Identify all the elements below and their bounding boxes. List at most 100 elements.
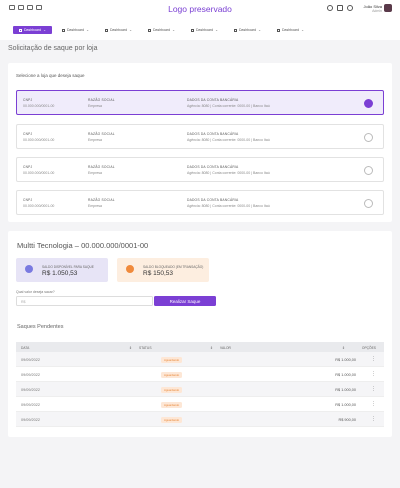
razao-label: RAZÃO SOCIAL	[88, 132, 115, 136]
cnpj-value: 00.000.000/0001-00	[23, 103, 55, 108]
nav-item-label: Dashboard	[195, 28, 214, 32]
nav-item-label: Dashboard	[66, 28, 85, 32]
table-body: 09/09/2022 Aguardando R$ 1.000,00 ⋮ 09/09/2…	[16, 352, 384, 427]
store-radio[interactable]	[364, 199, 373, 208]
cnpj-value: 00.000.000/0001-00	[23, 170, 55, 175]
nav-item-label: Dashboard	[152, 28, 171, 32]
row-value: R$ 900,00	[338, 417, 356, 422]
table-row: 09/09/2022 Aguardando R$ 1.000,00 ⋮	[16, 397, 384, 412]
avatar[interactable]	[384, 4, 392, 12]
amount-input[interactable]: R$	[16, 296, 153, 306]
chevron-down-icon: ⌄	[215, 28, 219, 32]
cart-icon[interactable]	[337, 5, 343, 11]
wallet-icon	[25, 265, 33, 273]
bank-value: Agência: 8080 | Conta corrente: 0000-00 …	[187, 170, 270, 175]
sort-icon[interactable]: ⇕	[342, 346, 345, 350]
more-options-icon[interactable]: ⋮	[371, 386, 376, 392]
razao-value: Empresa	[88, 137, 103, 142]
available-balance-label: SALDO DISPONÍVEL PARA SAQUE	[42, 265, 94, 269]
more-options-icon[interactable]: ⋮	[371, 356, 376, 362]
razao-label: RAZÃO SOCIAL	[88, 98, 115, 102]
store-radio[interactable]	[364, 99, 373, 108]
row-value: R$ 1.000,00	[335, 402, 356, 407]
bank-value: Agência: 8080 | Conta corrente: 0000-00 …	[187, 103, 270, 108]
search-icon[interactable]	[327, 5, 333, 11]
bank-value: Agência: 8080 | Conta corrente: 0000-00 …	[187, 137, 270, 142]
store-option[interactable]: CNPJ 00.000.000/0001-00 RAZÃO SOCIAL Empre…	[16, 190, 384, 215]
dashboard-icon	[190, 28, 194, 32]
cnpj-value: 00.000.000/0001-00	[23, 137, 55, 142]
user-role: Admin	[372, 9, 382, 13]
header-actions	[327, 5, 353, 11]
blocked-balance-value: R$ 150,53	[143, 270, 173, 277]
blocked-balance-card: SALDO BLOQUEADO (EM TRANSAÇÃO) R$ 150,53	[117, 258, 209, 282]
nav-item-dashboard[interactable]: Dashboard ⌄	[185, 26, 224, 34]
chevron-down-icon: ⌄	[301, 28, 305, 32]
col-valor[interactable]: VALOR	[220, 346, 231, 350]
more-options-icon[interactable]: ⋮	[371, 401, 376, 407]
status-badge: Aguardando	[161, 402, 183, 408]
store-option[interactable]: CNPJ 00.000.000/0001-00 RAZÃO SOCIAL Empre…	[16, 90, 384, 115]
col-status[interactable]: STATUS	[139, 346, 152, 350]
dashboard-icon	[104, 28, 108, 32]
table-row: 09/09/2022 Aguardando R$ 900,00 ⋮	[16, 412, 384, 427]
nav-item-dashboard[interactable]: Dashboard ⌄	[142, 26, 181, 34]
nav-item-dashboard[interactable]: Dashboard ⌄	[228, 26, 267, 34]
status-badge: Aguardando	[161, 357, 183, 363]
table-row: 09/09/2022 Aguardando R$ 1.000,00 ⋮	[16, 352, 384, 367]
blocked-balance-label: SALDO BLOQUEADO (EM TRANSAÇÃO)	[143, 265, 204, 269]
col-opcoes[interactable]: OPÇÕES	[362, 346, 376, 350]
user-info[interactable]: João Silva Admin	[364, 4, 382, 14]
store-radio[interactable]	[364, 133, 373, 142]
amount-label: Qual valor deseja sacar?	[16, 290, 55, 294]
store-radio[interactable]	[364, 166, 373, 175]
withdrawal-card: Multti Tecnologia – 00.000.000/0001-00 S…	[8, 231, 392, 437]
row-date: 09/09/2022	[21, 417, 41, 422]
sort-icon[interactable]: ⇕	[129, 346, 132, 350]
razao-value: Empresa	[88, 103, 103, 108]
dashboard-icon	[233, 28, 237, 32]
chevron-down-icon: ⌄	[172, 28, 176, 32]
table-row: 09/09/2022 Aguardando R$ 1.000,00 ⋮	[16, 367, 384, 382]
chevron-down-icon: ⌄	[86, 28, 90, 32]
store-title: Multti Tecnologia – 00.000.000/0001-00	[17, 241, 149, 250]
withdraw-button[interactable]: Realizar Saque	[154, 296, 216, 306]
store-option[interactable]: CNPJ 00.000.000/0001-00 RAZÃO SOCIAL Empre…	[16, 157, 384, 182]
cnpj-value: 00.000.000/0001-00	[23, 203, 55, 208]
table-row: 09/09/2022 Aguardando R$ 1.000,00 ⋮	[16, 382, 384, 397]
dashboard-icon	[61, 28, 65, 32]
table-header: DATA ⇕ STATUS ⇕ VALOR ⇕ OPÇÕES	[16, 342, 384, 352]
row-date: 09/09/2022	[21, 357, 41, 362]
bank-value: Agência: 8080 | Conta corrente: 0000-00 …	[187, 203, 270, 208]
nav-item-label: Dashboard	[23, 28, 42, 32]
status-badge: Aguardando	[161, 417, 183, 423]
more-options-icon[interactable]: ⋮	[371, 371, 376, 377]
status-badge: Aguardando	[161, 387, 183, 393]
top-bar: Logo preservado João Silva Admin Dashboa…	[0, 0, 400, 40]
row-value: R$ 1.000,00	[335, 357, 356, 362]
row-value: R$ 1.000,00	[335, 372, 356, 377]
nav-item-dashboard[interactable]: Dashboard ⌄	[13, 26, 52, 34]
notification-icon[interactable]	[347, 5, 353, 11]
col-data[interactable]: DATA	[21, 346, 29, 350]
available-balance-value: R$ 1.050,53	[42, 270, 78, 277]
row-date: 09/09/2022	[21, 387, 41, 392]
nav-item-dashboard[interactable]: Dashboard ⌄	[271, 26, 310, 34]
dashboard-icon	[276, 28, 280, 32]
nav-item-dashboard[interactable]: Dashboard ⌄	[99, 26, 138, 34]
store-selection-card: Selecione a loja que deseja saque CNPJ 00…	[8, 63, 392, 222]
sort-icon[interactable]: ⇕	[210, 346, 213, 350]
row-date: 09/09/2022	[21, 402, 41, 407]
more-options-icon[interactable]: ⋮	[371, 416, 376, 422]
chevron-down-icon: ⌄	[43, 28, 47, 32]
lock-icon	[126, 265, 134, 273]
nav-item-label: Dashboard	[281, 28, 300, 32]
nav-item-dashboard[interactable]: Dashboard ⌄	[56, 26, 95, 34]
nav-item-label: Dashboard	[238, 28, 257, 32]
razao-label: RAZÃO SOCIAL	[88, 198, 115, 202]
row-value: R$ 1.000,00	[335, 387, 356, 392]
dashboard-icon	[147, 28, 151, 32]
pending-table: DATA ⇕ STATUS ⇕ VALOR ⇕ OPÇÕES 09/09/202…	[16, 342, 384, 427]
store-option[interactable]: CNPJ 00.000.000/0001-00 RAZÃO SOCIAL Empre…	[16, 124, 384, 149]
chevron-down-icon: ⌄	[129, 28, 133, 32]
